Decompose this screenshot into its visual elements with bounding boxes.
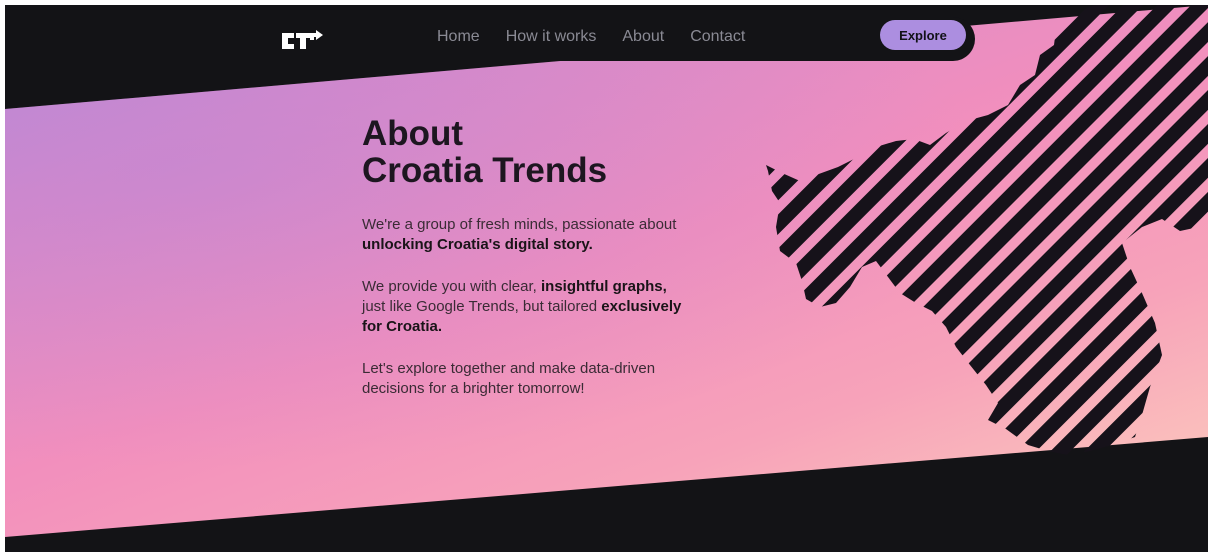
about-paragraph-1: We're a group of fresh minds, passionate… (362, 215, 682, 255)
about-title-line1: About (362, 114, 464, 153)
top-navbar: Home How it works About Contact Explore (260, 17, 975, 61)
nav-link-home[interactable]: Home (437, 27, 480, 47)
nav-links: Home How it works About Contact (437, 27, 771, 47)
croatia-map-icon (766, 5, 1208, 455)
p2-text-a: We provide you with clear, (362, 278, 541, 295)
nav-link-contact[interactable]: Contact (690, 27, 745, 47)
p2-bold-a: insightful graphs, (540, 278, 667, 295)
about-title: About Croatia Trends (362, 115, 682, 189)
about-title-line2: Croatia Trends (362, 151, 608, 190)
explore-button[interactable]: Explore (880, 20, 966, 50)
p1-bold: unlocking Croatia's digital story. (362, 236, 593, 253)
about-section: About Croatia Trends We're a group of fr… (362, 115, 682, 399)
page-frame: Home How it works About Contact Explore … (5, 5, 1208, 552)
ct-logo-icon[interactable] (280, 29, 326, 51)
nav-link-how-it-works[interactable]: How it works (506, 27, 597, 47)
about-paragraph-2: We provide you with clear, insightful gr… (362, 277, 682, 337)
p1-text: We're a group of fresh minds, passionate… (362, 216, 677, 233)
nav-link-about[interactable]: About (622, 27, 664, 47)
about-paragraph-3: Let's explore together and make data-dri… (362, 360, 656, 397)
p2-text-b: just like Google Trends, but tailored (362, 298, 602, 315)
